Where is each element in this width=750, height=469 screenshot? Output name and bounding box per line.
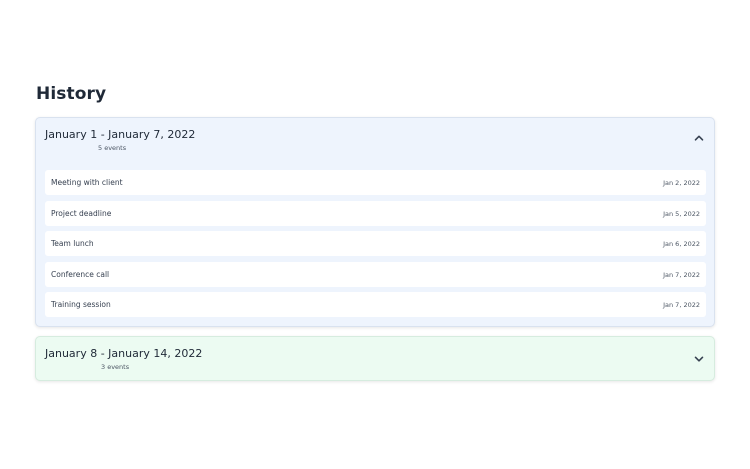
event-name: Training session [51,300,111,309]
event-row[interactable]: Conference call Jan 7, 2022 [45,261,706,287]
event-date: Jan 7, 2022 [663,270,700,279]
chevron-up-icon[interactable] [693,132,705,144]
group-title: January 1 - January 7, 2022 [45,128,196,141]
group-header-week-2[interactable]: January 8 - January 14, 2022 3 events [36,337,714,381]
event-list: Meeting with client Jan 2, 2022 Project … [45,170,706,323]
event-row[interactable]: Project deadline Jan 5, 2022 [45,200,706,226]
event-row[interactable]: Training session Jan 7, 2022 [45,292,706,317]
history-page: History January 1 - January 7, 2022 5 ev… [0,0,750,469]
event-date: Jan 7, 2022 [663,301,700,309]
event-row[interactable]: Meeting with client Jan 2, 2022 [45,170,706,195]
event-date: Jan 5, 2022 [663,209,700,218]
group-header-week-1[interactable]: January 1 - January 7, 2022 5 events [36,118,714,162]
history-group-week-2: January 8 - January 14, 2022 3 events [35,336,715,381]
event-name: Project deadline [51,208,112,218]
event-date: Jan 6, 2022 [663,240,700,248]
group-event-count: 5 events [98,144,127,152]
event-name: Conference call [51,269,110,279]
group-title: January 8 - January 14, 2022 [45,347,203,360]
event-row[interactable]: Team lunch Jan 6, 2022 [45,231,706,256]
event-date: Jan 2, 2022 [663,179,700,187]
event-name: Meeting with client [51,178,123,187]
chevron-down-icon[interactable] [693,353,705,365]
history-group-week-1: January 1 - January 7, 2022 5 events Mee… [35,117,715,327]
page-title: History [36,84,107,104]
group-event-count: 3 events [101,363,130,371]
event-name: Team lunch [51,239,94,248]
